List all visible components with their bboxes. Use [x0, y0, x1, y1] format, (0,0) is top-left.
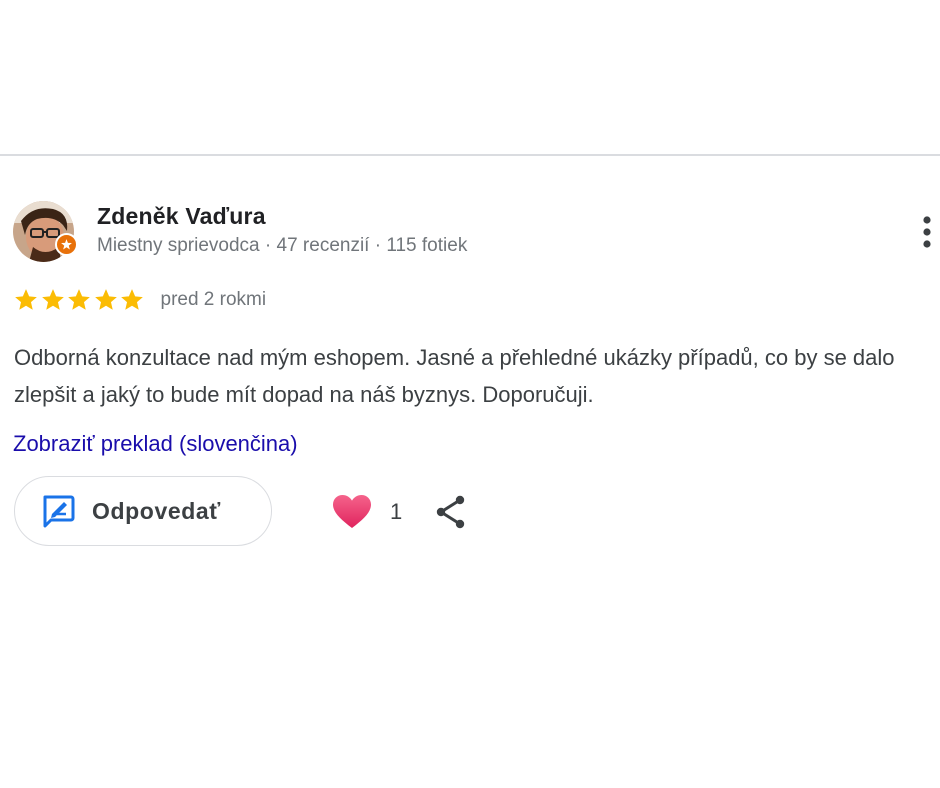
reply-icon [43, 495, 75, 528]
like-count: 1 [390, 499, 403, 524]
more-options-button[interactable] [915, 212, 939, 252]
review-text: Odborná konzultace nad mým eshopem. Jasn… [14, 345, 895, 407]
like-button[interactable]: 1 [332, 490, 402, 534]
local-guide-badge-icon [55, 233, 78, 256]
more-vert-icon [923, 216, 931, 248]
translate-link[interactable]: Zobraziť preklad (slovenčina) [13, 431, 298, 457]
star-icon [94, 289, 117, 310]
avatar[interactable] [13, 201, 78, 262]
reviewer-meta[interactable]: Miestny sprievodca · 47 recenzií · 115 f… [97, 235, 467, 257]
reply-button[interactable]: Odpovedať [14, 476, 272, 546]
section-divider [0, 154, 940, 156]
rating-row: pred 2 rokmi [13, 286, 266, 314]
reply-button-label: Odpovedať [92, 497, 221, 524]
star-icon [15, 289, 37, 310]
share-icon [436, 495, 465, 529]
star-rating [13, 287, 146, 313]
star-icon [121, 289, 143, 310]
heart-icon [333, 495, 371, 528]
star-icon [68, 289, 90, 310]
review-time: pred 2 rokmi [160, 289, 267, 310]
share-button[interactable] [434, 494, 468, 530]
star-icon [41, 289, 64, 310]
reviewer-name[interactable]: Zdeněk Vaďura [97, 203, 266, 230]
